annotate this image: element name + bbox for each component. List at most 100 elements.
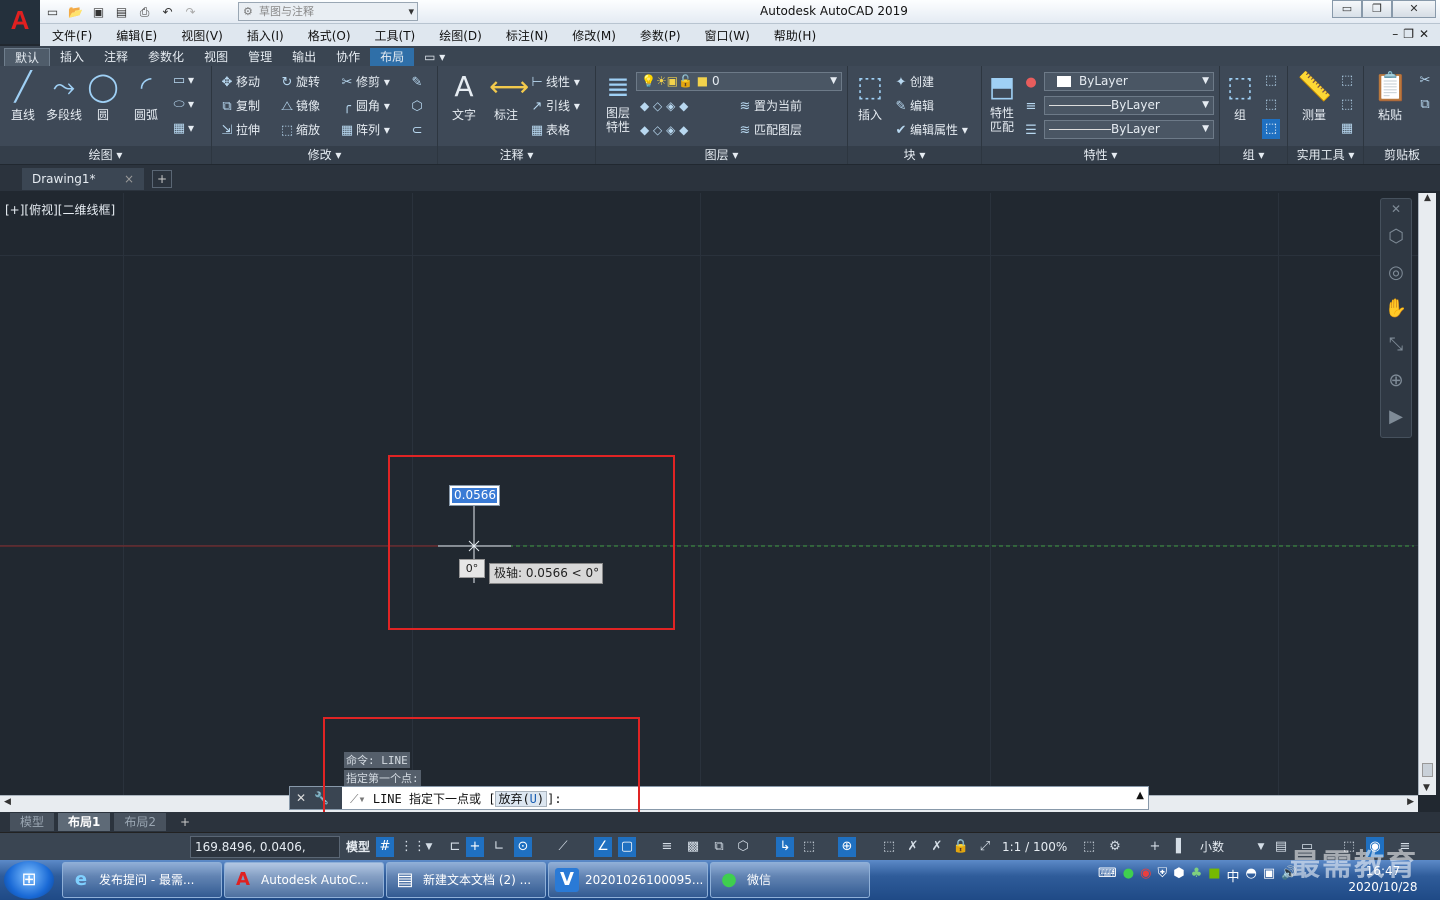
leader-button[interactable]: ↗ 引线 ▾ [528, 96, 580, 116]
cube-icon[interactable]: ⬢ [1173, 866, 1184, 885]
layer-properties-button[interactable]: ≣ 图层 特性 [600, 70, 636, 134]
polar-tracking-icon[interactable]: ⊙ [514, 837, 532, 857]
showmotion-icon[interactable]: ▶ [1381, 399, 1411, 435]
annotation-visibility-icon[interactable]: ✗ [904, 837, 922, 857]
edit-attributes-button[interactable]: ✔ 编辑属性 ▾ [892, 120, 968, 140]
panel-annotation-title[interactable]: 注释 ▾ [438, 146, 595, 164]
lineweight-icon[interactable]: ☰ [1022, 120, 1040, 140]
taskbar-item-notepad[interactable]: ▤ 新建文本文档 (2) ... [386, 862, 546, 898]
stretch-button[interactable]: ⇲ 拉伸 [218, 120, 260, 140]
document-tab-drawing1[interactable]: Drawing1* × [22, 168, 144, 190]
shield-icon[interactable]: ⛨ [1157, 866, 1167, 885]
rotate-button[interactable]: ↻ 旋转 [278, 72, 320, 92]
lock-icon[interactable]: 🔒 [952, 837, 970, 857]
gizmo-icon[interactable]: ⊕ [838, 837, 856, 857]
offset-icon[interactable]: ⊂ [408, 120, 426, 140]
group-edit-icon[interactable]: ⬚ [1262, 94, 1280, 114]
panel-clipboard-title[interactable]: 剪贴板 [1364, 146, 1440, 164]
leaf-icon[interactable]: ♣ [1191, 866, 1203, 885]
selection-filter-icon[interactable]: ⬚ [800, 837, 818, 857]
calculator-icon[interactable]: ▦ [1338, 118, 1356, 138]
taskbar-item-autocad[interactable]: A Autodesk AutoC... [224, 862, 384, 898]
measure-button[interactable]: 📏 测量 [1294, 70, 1334, 123]
circle-button[interactable]: ◯ 圆 [86, 70, 120, 123]
tab-annotate[interactable]: 注释 [94, 48, 138, 66]
annotative-plus-icon[interactable]: + [1146, 837, 1164, 857]
dynamic-input-icon[interactable]: + [466, 837, 484, 857]
insert-button[interactable]: ⬚ 插入 [852, 70, 888, 123]
close-button[interactable]: ✕ [1392, 0, 1436, 18]
tab-parametric[interactable]: 参数化 [138, 48, 194, 66]
scroll-thumb[interactable] [1422, 763, 1433, 777]
chevron-down-icon[interactable]: ▼ [1252, 837, 1270, 857]
network-icon[interactable]: ▣ [1263, 866, 1275, 885]
print-icon[interactable]: ⎙ [136, 4, 153, 20]
panel-properties-title[interactable]: 特性 ▾ [982, 146, 1219, 164]
rectangle-icon[interactable]: ▭ ▾ [170, 70, 194, 90]
menu-modify[interactable]: 修改(M) [560, 27, 628, 44]
menu-window[interactable]: 窗口(W) [693, 27, 762, 44]
grid-icon[interactable]: # [376, 837, 394, 857]
layer-tools-row-2[interactable]: ◆ ◇ ◈ ◆ [640, 120, 688, 140]
ime-icon[interactable]: 中 [1227, 866, 1240, 885]
autocad-logo-button[interactable]: A [0, 0, 40, 44]
polyline-button[interactable]: ⤳ 多段线 [44, 70, 84, 123]
dimension-button[interactable]: ⟷ 标注 [486, 70, 529, 123]
menu-draw[interactable]: 绘图(D) [427, 27, 494, 44]
units-dropdown[interactable]: 小数 [1200, 837, 1224, 857]
mdi-controls[interactable]: –❐✕ [1392, 27, 1434, 41]
color-wheel-icon[interactable]: ● [1022, 72, 1040, 92]
paste-button[interactable]: 📋 粘贴 [1370, 70, 1410, 123]
annotation-scale[interactable]: 1:1 / 100% [1002, 837, 1067, 857]
ellipse-icon[interactable]: ⬭ ▾ [170, 94, 194, 114]
scroll-down-icon[interactable]: ▼ [1423, 783, 1430, 793]
orbit-icon[interactable]: ⊕ [1381, 363, 1411, 399]
create-block-button[interactable]: ✦ 创建 [892, 72, 934, 92]
array-button[interactable]: ▦ 阵列 ▾ [338, 120, 390, 140]
qq-icon[interactable]: ◓ [1246, 866, 1257, 885]
save-as-icon[interactable]: ▤ [113, 4, 130, 20]
close-icon[interactable]: ✕ [1381, 199, 1411, 219]
infer-constraints-icon[interactable]: ⊏ [446, 837, 464, 857]
object-snap-tracking-icon[interactable]: ∠ [594, 837, 612, 857]
new-tab-button[interactable]: + [152, 170, 172, 188]
wechat-tray-icon[interactable]: ● [1123, 866, 1134, 885]
copy-clip-icon[interactable]: ⧉ [1416, 94, 1434, 114]
units-icon[interactable]: ▌ [1172, 837, 1190, 857]
linetype-icon[interactable]: ≡ [1022, 96, 1040, 116]
start-button[interactable]: ⊞ [4, 861, 54, 899]
add-layout-button[interactable]: + [170, 813, 200, 831]
tab-collaborate[interactable]: 协作 [326, 48, 370, 66]
cut-icon[interactable]: ✂ [1416, 70, 1434, 90]
move-button[interactable]: ✥ 移动 [218, 72, 260, 92]
panel-block-title[interactable]: 块 ▾ [848, 146, 981, 164]
linear-button[interactable]: ⊢ 线性 ▾ [528, 72, 580, 92]
select-all-icon[interactable]: ⬚ [1338, 94, 1356, 114]
tab-output[interactable]: 输出 [282, 48, 326, 66]
open-file-icon[interactable]: 📂 [67, 4, 84, 20]
auto-scale-icon[interactable]: ✗ [928, 837, 946, 857]
isodraft-icon[interactable]: ⟋ [554, 837, 572, 857]
coordinates-readout[interactable]: 169.8496, 0.0406, 0.0000 [190, 836, 340, 874]
menu-format[interactable]: 格式(O) [296, 27, 363, 44]
match-layer-button[interactable]: ≋ 匹配图层 [736, 120, 802, 140]
dynamic-ucs-icon[interactable]: ↳ [776, 837, 794, 857]
hatch-icon[interactable]: ▦ ▾ [170, 118, 194, 138]
vertical-scrollbar[interactable]: ▲ ▼ [1418, 193, 1436, 795]
set-current-button[interactable]: ≋ 置为当前 [736, 96, 802, 116]
table-button[interactable]: ▦ 表格 [528, 120, 570, 140]
fillet-button[interactable]: ╭ 圆角 ▾ [338, 96, 390, 116]
menu-tools[interactable]: 工具(T) [363, 27, 428, 44]
layer-tools-row[interactable]: ◆ ◇ ◈ ◆ [640, 96, 688, 116]
menu-file[interactable]: 文件(F) [40, 27, 104, 44]
linetype-dropdown[interactable]: ByLayer ▼ [1044, 96, 1214, 115]
redo-icon[interactable]: ↷ [182, 4, 199, 20]
mirror-button[interactable]: ⧍ 镜像 [278, 96, 320, 116]
layer-dropdown[interactable]: 💡☀▣🔓 ■ 0 ▼ [636, 72, 842, 91]
object-snap-icon[interactable]: ▢ [618, 837, 636, 857]
menu-help[interactable]: 帮助(H) [762, 27, 828, 44]
panel-layers-title[interactable]: 图层 ▾ [596, 146, 847, 164]
edit-block-button[interactable]: ✎ 编辑 [892, 96, 934, 116]
taskbar-item-wechat[interactable]: ● 微信 [710, 862, 870, 898]
tab-layout1[interactable]: 布局1 [58, 813, 111, 831]
